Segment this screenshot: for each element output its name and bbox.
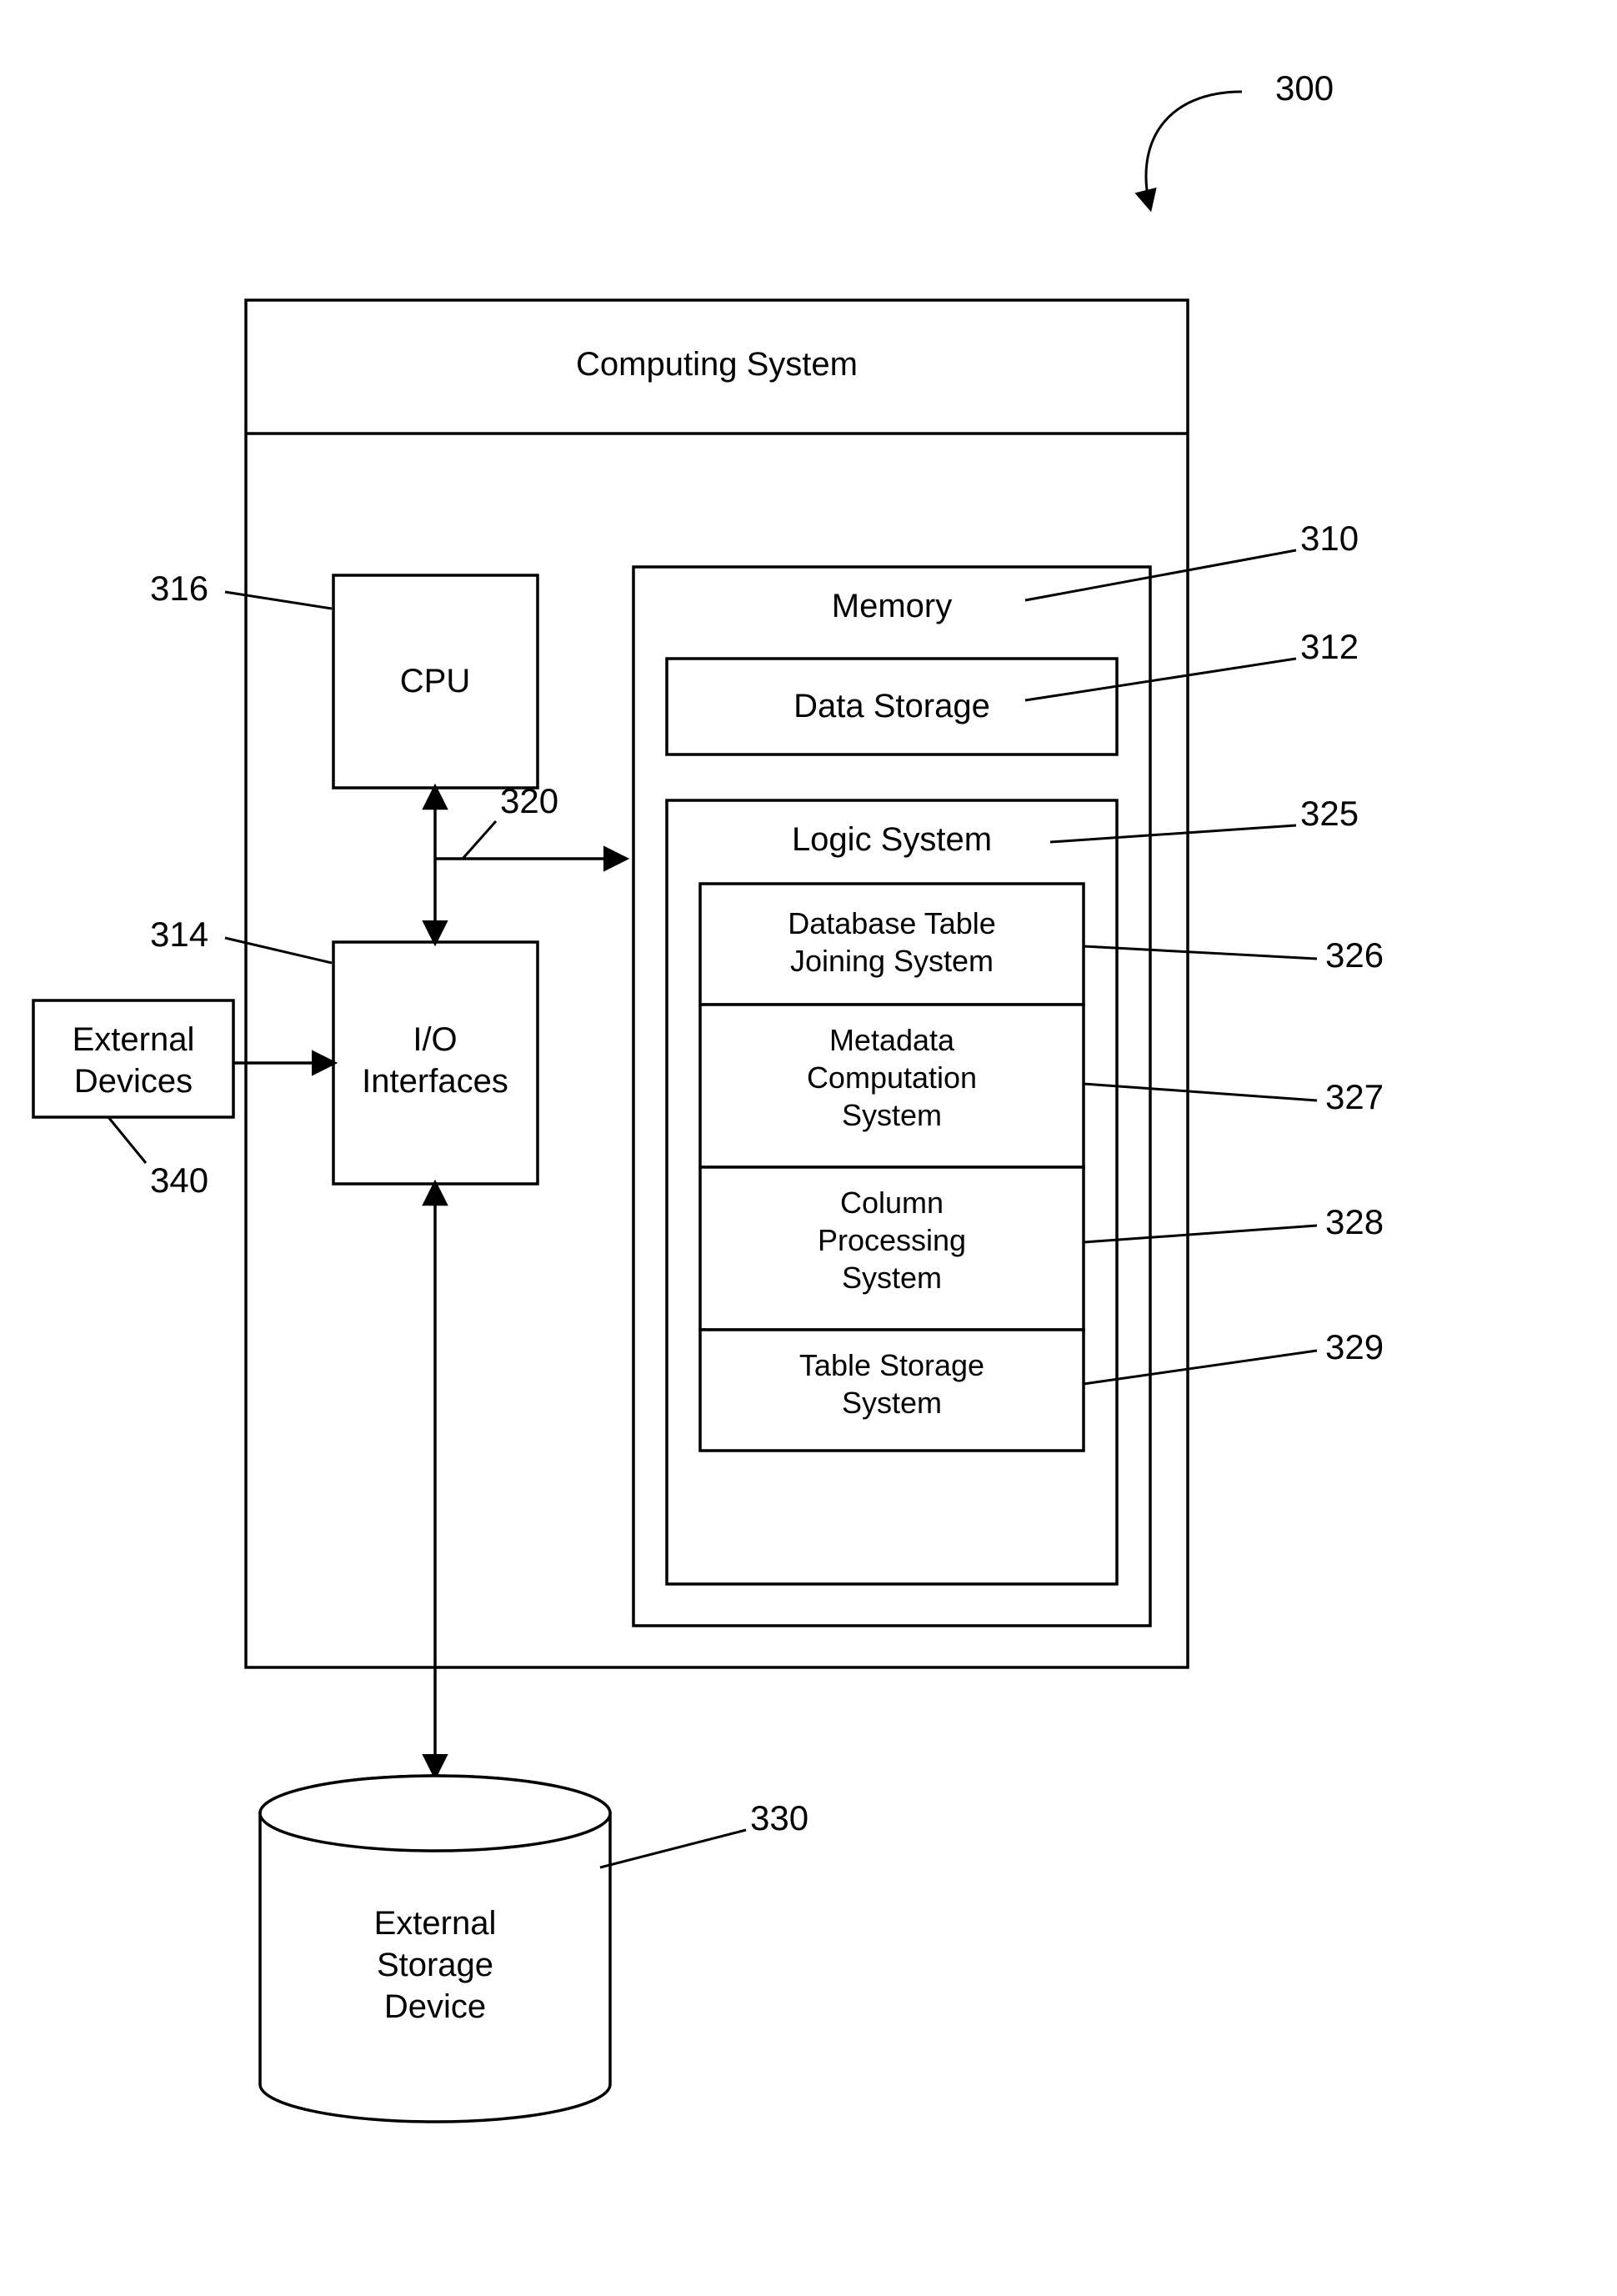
refnum-300: 300 [1275,68,1334,108]
refnum-320: 320 [500,781,558,820]
logic-item-2-l2: Processing [818,1223,966,1257]
refnum-329: 329 [1325,1327,1384,1366]
cpu-label: CPU [400,663,470,699]
logic-item-2-l1: Column [840,1186,944,1220]
refnum-310: 310 [1300,519,1359,558]
refnum-325: 325 [1300,794,1359,833]
refnum-328: 328 [1325,1202,1384,1241]
logic-item-0-l1: Database Table [788,906,996,940]
external-storage-l3: Device [384,1988,486,2025]
refnum-340: 340 [150,1161,208,1200]
logic-item-1-l1: Metadata [829,1023,955,1057]
data-storage-label: Data Storage [793,688,990,724]
external-devices-l1: External [73,1021,195,1058]
logic-item-3-l1: Table Storage [799,1348,984,1382]
external-devices-l2: Devices [74,1063,193,1100]
logic-item-2-l3: System [842,1261,942,1295]
external-storage-l2: Storage [377,1947,493,1983]
external-storage-l1: External [374,1905,497,1942]
refnum-314: 314 [150,915,208,954]
logic-item-0-l2: Joining System [790,944,994,978]
logic-item-1-l3: System [842,1098,942,1132]
leader-300 [1146,92,1242,208]
logic-item-3-l2: System [842,1386,942,1420]
logic-item-1-l2: Computation [807,1060,977,1095]
external-devices-box [33,1000,233,1117]
leader-330 [600,1830,746,1867]
computing-system-title: Computing System [576,346,858,383]
refnum-330: 330 [750,1798,808,1837]
io-label-1: I/O [413,1021,457,1058]
refnum-312: 312 [1300,627,1359,666]
leader-340 [108,1117,146,1163]
refnum-326: 326 [1325,935,1384,975]
memory-title: Memory [832,588,952,624]
refnum-316: 316 [150,569,208,608]
logic-system-title: Logic System [792,821,992,858]
refnum-327: 327 [1325,1077,1384,1116]
io-label-2: Interfaces [362,1063,508,1100]
